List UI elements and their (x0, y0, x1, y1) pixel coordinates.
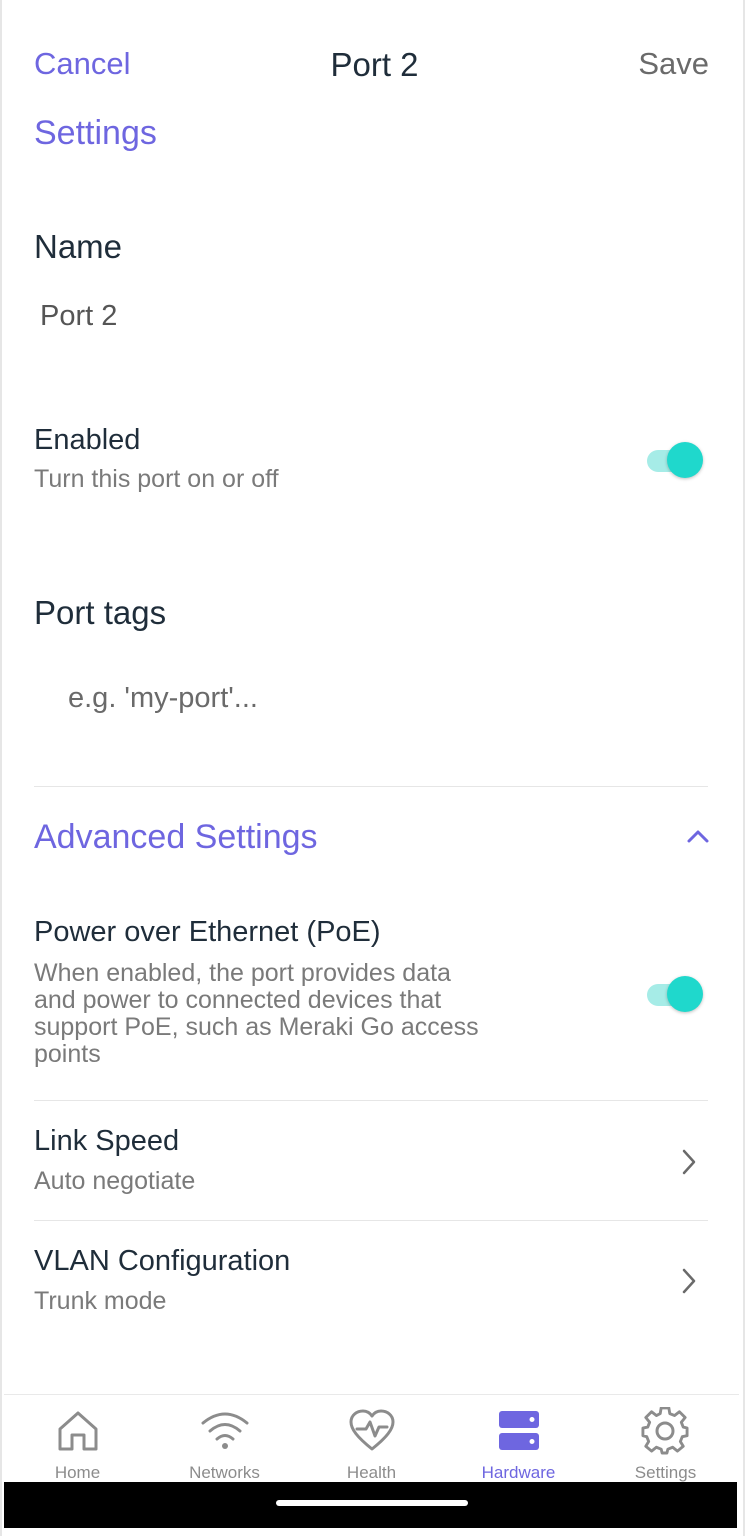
vlan-value: Trunk mode (34, 1287, 167, 1315)
settings-section-title: Settings (34, 114, 157, 152)
tab-label: Networks (189, 1463, 260, 1482)
divider (34, 1220, 708, 1221)
port-tags-input[interactable] (34, 665, 708, 731)
divider (34, 786, 708, 787)
port-settings-screen: Cancel Port 2 Save Settings Name Port 2 … (0, 0, 745, 1536)
advanced-settings-title[interactable]: Advanced Settings (34, 818, 318, 857)
port-tags-label: Port tags (34, 594, 167, 631)
tab-label: Health (346, 1463, 397, 1482)
system-home-bar (4, 1482, 737, 1528)
poe-toggle[interactable] (643, 975, 705, 1013)
tab-settings[interactable]: Settings (592, 1395, 739, 1483)
poe-description-line: points (34, 1040, 101, 1068)
vlan-title: VLAN Configuration (34, 1245, 291, 1277)
name-label: Name (34, 228, 123, 265)
home-indicator[interactable] (276, 1500, 468, 1506)
enabled-toggle[interactable] (643, 441, 705, 479)
save-button[interactable]: Save (638, 46, 709, 82)
home-icon (58, 1411, 97, 1451)
tab-home[interactable]: Home (4, 1395, 151, 1483)
enabled-title: Enabled (34, 424, 141, 456)
tab-label: Settings (634, 1463, 697, 1482)
chevron-right-icon (682, 1268, 696, 1294)
name-field[interactable]: Port 2 (40, 300, 117, 333)
bottom-tab-bar: Home Networks Health Hardware Settings (4, 1394, 739, 1482)
poe-description-line: support PoE, such as Meraki Go access (34, 1013, 479, 1041)
divider (34, 1100, 708, 1101)
link-speed-value: Auto negotiate (34, 1167, 196, 1195)
wifi-icon (201, 1412, 248, 1449)
server-icon (498, 1411, 539, 1450)
chevron-right-icon (682, 1149, 696, 1175)
link-speed-title: Link Speed (34, 1125, 180, 1157)
navigation-bar: Cancel Port 2 Save (2, 40, 745, 90)
cancel-button[interactable]: Cancel (34, 46, 131, 82)
tab-label: Hardware (481, 1463, 556, 1482)
poe-title: Power over Ethernet (PoE) (34, 916, 381, 948)
heart-pulse-icon (349, 1409, 394, 1451)
tab-networks[interactable]: Networks (151, 1395, 298, 1483)
tab-health[interactable]: Health (298, 1395, 445, 1483)
poe-description: When enabled, the port provides data and… (34, 960, 479, 1068)
toggle-knob (667, 976, 703, 1012)
enabled-subtitle: Turn this port on or off (34, 465, 279, 493)
gear-icon (640, 1407, 689, 1455)
tab-hardware[interactable]: Hardware (445, 1395, 592, 1483)
tab-label: Home (54, 1463, 101, 1482)
poe-description-line: When enabled, the port provides data (34, 959, 451, 987)
chevron-up-icon[interactable] (686, 828, 710, 844)
poe-description-line: and power to connected devices that (34, 986, 442, 1014)
toggle-knob (667, 442, 703, 478)
